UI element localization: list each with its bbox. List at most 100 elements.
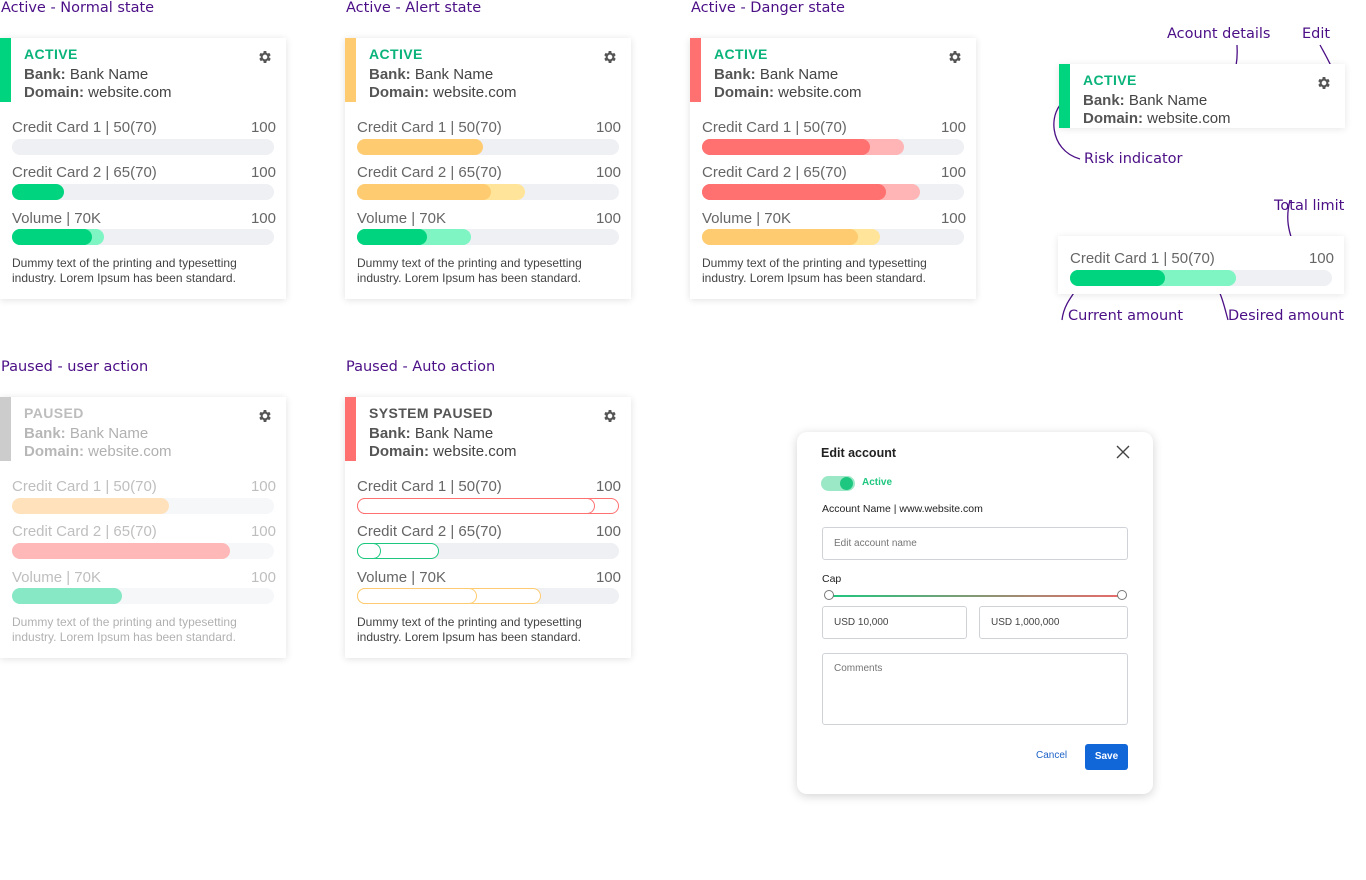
row-label: Credit Card 2 | 65(70) <box>357 523 502 540</box>
gear-icon[interactable] <box>602 49 618 65</box>
active-toggle[interactable] <box>821 476 855 491</box>
domain-value: website.com <box>433 443 517 460</box>
card-description: Dummy text of the printing and typesetti… <box>702 256 927 285</box>
cap-slider-track[interactable] <box>828 595 1122 597</box>
gear-icon[interactable] <box>257 408 273 424</box>
progress-track <box>12 139 274 155</box>
cap-max-handle[interactable] <box>1117 590 1127 600</box>
progress-track <box>12 543 274 559</box>
row-label: Credit Card 1 | 50(70) <box>357 478 502 495</box>
bank-label: Bank: <box>369 66 411 83</box>
save-button[interactable]: Save <box>1085 744 1128 770</box>
current-amount-bar <box>12 543 230 559</box>
card-description: Dummy text of the printing and typesetti… <box>357 615 582 644</box>
cancel-button[interactable]: Cancel <box>1036 750 1067 761</box>
progress-track <box>702 229 964 245</box>
cap-max-input[interactable] <box>979 606 1128 639</box>
domain-label: Domain: <box>1083 110 1143 127</box>
risk-indicator <box>345 38 356 102</box>
cap-min-input[interactable] <box>822 606 967 639</box>
row-total-limit: 100 <box>595 164 621 181</box>
current-amount-bar <box>702 184 886 200</box>
row-total-limit: 100 <box>595 523 621 540</box>
gear-icon[interactable] <box>947 49 963 65</box>
bank-line: Bank: Bank Name <box>369 66 493 83</box>
progress-track <box>12 588 274 604</box>
risk-indicator <box>345 397 356 461</box>
current-amount-bar <box>357 229 427 245</box>
current-amount-bar <box>357 543 381 559</box>
gear-icon[interactable] <box>1316 75 1332 91</box>
account-card-danger: ACTIVE Bank: Bank Name Domain: website.c… <box>690 38 976 299</box>
domain-value: website.com <box>433 84 517 101</box>
row-total-limit: 100 <box>250 523 276 540</box>
comments-textarea[interactable] <box>822 653 1128 725</box>
row-label: Credit Card 1 | 50(70) <box>702 119 847 136</box>
row-label: Credit Card 1 | 50(70) <box>357 119 502 136</box>
status-badge: PAUSED <box>24 405 84 421</box>
row-total-limit: 100 <box>940 119 966 136</box>
cap-label: Cap <box>822 573 842 585</box>
current-amount-bar <box>357 139 483 155</box>
status-badge: SYSTEM PAUSED <box>369 405 493 421</box>
toggle-knob <box>840 477 853 490</box>
account-card-normal: ACTIVE Bank: Bank Name Domain: website.c… <box>0 38 286 299</box>
current-amount-bar <box>357 498 595 514</box>
close-icon[interactable] <box>1115 444 1131 460</box>
current-amount-bar <box>702 139 870 155</box>
domain-line: Domain: website.com <box>714 84 862 101</box>
card-description: Dummy text of the printing and typesetti… <box>12 615 237 644</box>
domain-label: Domain: <box>369 443 429 460</box>
current-amount-bar <box>1070 270 1165 286</box>
status-badge: ACTIVE <box>369 46 423 62</box>
progress-track <box>1070 270 1332 286</box>
card-description: Dummy text of the printing and typesetti… <box>12 256 237 285</box>
gear-icon[interactable] <box>257 49 273 65</box>
risk-indicator <box>1059 64 1070 128</box>
row-total-limit: 100 <box>250 478 276 495</box>
row-label: Credit Card 1 | 50(70) <box>12 119 157 136</box>
bank-label: Bank: <box>24 425 66 442</box>
row-total-limit: 100 <box>1308 250 1334 267</box>
progress-track <box>12 229 274 245</box>
status-badge: ACTIVE <box>1083 72 1137 88</box>
bank-value: Bank Name <box>414 66 494 83</box>
row-total-limit: 100 <box>250 164 276 181</box>
heading-normal-state: Active - Normal state <box>1 0 155 16</box>
risk-indicator <box>690 38 701 102</box>
legend-progress-row: Credit Card 1 | 50(70) 100 <box>1058 236 1344 294</box>
current-amount-bar <box>357 184 491 200</box>
risk-indicator <box>0 397 11 461</box>
row-total-limit: 100 <box>940 164 966 181</box>
row-label: Volume | 70K <box>357 210 446 227</box>
toggle-label: Active <box>862 477 893 488</box>
row-total-limit: 100 <box>250 119 276 136</box>
cap-min-handle[interactable] <box>824 590 834 600</box>
current-amount-bar <box>12 184 64 200</box>
account-name-input[interactable] <box>822 527 1128 560</box>
domain-value: website.com <box>1147 110 1231 127</box>
gear-icon[interactable] <box>602 408 618 424</box>
row-label: Credit Card 1 | 50(70) <box>1070 250 1215 267</box>
progress-track <box>357 184 619 200</box>
domain-line: Domain: website.com <box>369 443 517 460</box>
row-total-limit: 100 <box>250 210 276 227</box>
row-label: Credit Card 2 | 65(70) <box>702 164 847 181</box>
progress-track <box>357 498 619 514</box>
current-amount-bar <box>702 229 858 245</box>
progress-track <box>702 184 964 200</box>
row-label: Volume | 70K <box>357 569 446 586</box>
bank-line: Bank: Bank Name <box>24 425 148 442</box>
domain-label: Domain: <box>24 443 84 460</box>
row-total-limit: 100 <box>595 210 621 227</box>
heading-alert-state: Active - Alert state <box>346 0 482 16</box>
bank-value: Bank Name <box>69 425 149 442</box>
status-badge: ACTIVE <box>714 46 768 62</box>
row-total-limit: 100 <box>595 119 621 136</box>
row-label: Credit Card 2 | 65(70) <box>357 164 502 181</box>
bank-label: Bank: <box>24 66 66 83</box>
progress-track <box>357 588 619 604</box>
domain-value: website.com <box>88 84 172 101</box>
row-total-limit: 100 <box>595 569 621 586</box>
bank-line: Bank: Bank Name <box>714 66 838 83</box>
